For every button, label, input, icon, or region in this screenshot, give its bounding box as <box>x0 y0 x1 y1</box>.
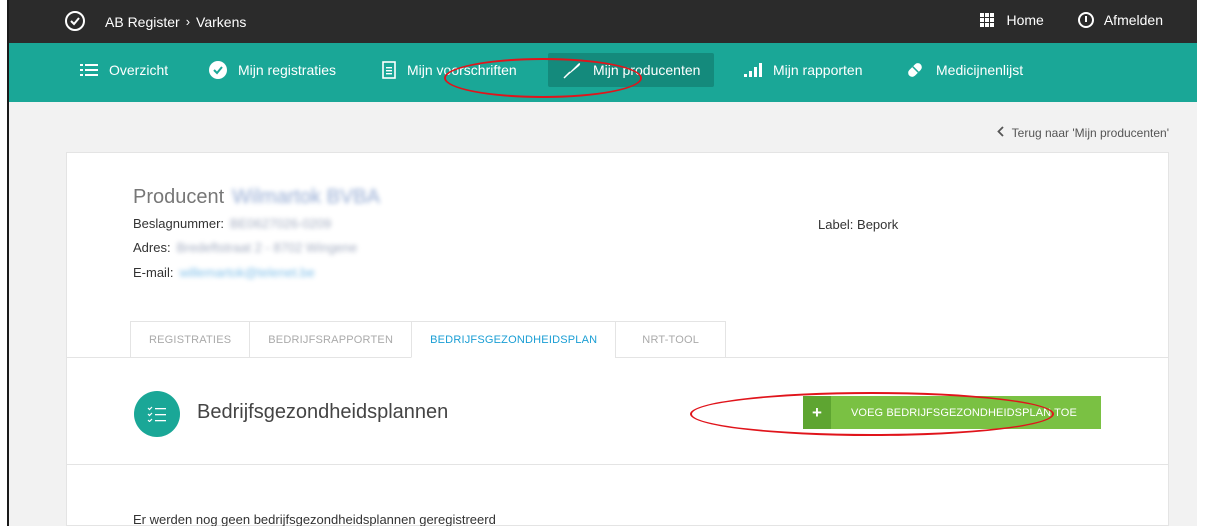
top-bar: AB Register › Varkens Home Afmelden <box>9 0 1197 43</box>
bar-chart-icon <box>744 63 762 77</box>
power-icon[interactable] <box>1077 12 1094 28</box>
home-link[interactable]: Home <box>1006 12 1043 28</box>
beslag-value: BE0627026-0209 <box>230 216 332 231</box>
beslag-label: Beslagnummer: <box>133 216 225 231</box>
tab-nrt-tool[interactable]: NRT-TOOL <box>615 321 727 358</box>
pill-icon <box>905 60 925 80</box>
tab-registraties[interactable]: REGISTRATIES <box>130 321 250 358</box>
document-icon <box>382 61 396 79</box>
breadcrumb-root[interactable]: AB Register <box>105 14 180 30</box>
tab-bar: REGISTRATIES BEDRIJFSRAPPORTEN BEDRIJFSG… <box>130 321 727 358</box>
nav-item-mijn-registraties[interactable]: Mijn registraties <box>197 53 348 87</box>
app-logo-icon[interactable] <box>65 11 85 31</box>
breadcrumb-separator: › <box>185 14 191 29</box>
empty-state-message: Er werden nog geen bedrijfsgezondheidspl… <box>133 512 496 526</box>
adres-label: Adres: <box>133 240 171 255</box>
list-icon <box>80 63 98 77</box>
nav-label: Mijn registraties <box>238 62 337 78</box>
producer-title: Producent Wilmartok BVBA <box>133 186 380 209</box>
back-link[interactable]: Terug naar 'Mijn producenten' <box>996 126 1169 140</box>
chevron-left-icon <box>996 126 1004 140</box>
check-circle-icon <box>209 61 227 79</box>
adres-value: Bredeftstraat 2 - 8702 Wingene <box>176 240 358 255</box>
annotation-ellipse-producenten <box>444 58 642 98</box>
annotation-ellipse-add-plan <box>690 392 1054 436</box>
back-link-label: Terug naar 'Mijn producenten' <box>1011 126 1169 140</box>
nav-label: Mijn rapporten <box>773 62 863 78</box>
nav-label: Overzicht <box>109 62 169 78</box>
beslagnummer-row: Beslagnummer: BE0627026-0209 <box>133 216 331 231</box>
apps-grid-icon[interactable] <box>980 13 995 27</box>
adres-row: Adres: Bredeftstraat 2 - 8702 Wingene <box>133 240 357 255</box>
label-info: Label: Bepork <box>818 217 899 232</box>
nav-item-mijn-rapporten[interactable]: Mijn rapporten <box>732 53 875 87</box>
tab-bedrijfsgezondheidsplan[interactable]: BEDRIJFSGEZONDHEIDSPLAN <box>411 321 616 358</box>
screenshot-border-left <box>0 0 9 526</box>
nav-label: Medicijnenlijst <box>936 62 1024 78</box>
screenshot-border-right <box>1197 0 1205 526</box>
producer-title-prefix: Producent <box>133 186 225 208</box>
breadcrumb-current[interactable]: Varkens <box>196 14 246 30</box>
email-row: E-mail: willemartok@telenet.be <box>133 265 315 280</box>
nav-item-overzicht[interactable]: Overzicht <box>68 53 180 87</box>
tab-bedrijfsrapporten[interactable]: BEDRIJFSRAPPORTEN <box>249 321 412 358</box>
producer-name: Wilmartok BVBA <box>232 186 380 208</box>
checklist-icon <box>134 391 180 437</box>
email-label: E-mail: <box>133 265 174 280</box>
logout-link[interactable]: Afmelden <box>1104 12 1163 28</box>
section-divider <box>67 464 1168 465</box>
email-link[interactable]: willemartok@telenet.be <box>179 265 314 280</box>
breadcrumb: AB Register › Varkens <box>105 14 246 30</box>
producer-card: Producent Wilmartok BVBA Beslagnummer: B… <box>66 152 1169 526</box>
nav-item-medicijnenlijst[interactable]: Medicijnenlijst <box>893 53 1035 87</box>
plans-title: Bedrijfsgezondheidsplannen <box>197 401 449 423</box>
